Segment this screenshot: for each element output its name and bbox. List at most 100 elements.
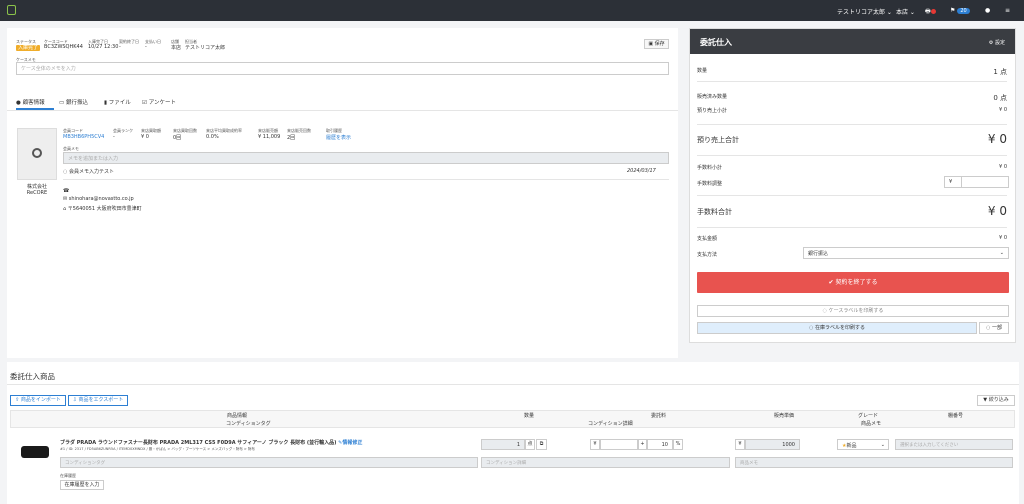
- header-price: 販売単価: [774, 413, 795, 419]
- settings-link[interactable]: ⚙ 設定: [989, 39, 1005, 46]
- header-quantity: 数量: [524, 413, 535, 419]
- store-menu[interactable]: 本店 ⌄: [896, 7, 915, 16]
- quantity-input[interactable]: 1: [481, 439, 525, 450]
- fee-amount-input[interactable]: [600, 439, 638, 450]
- member-memo-input[interactable]: メモを追加または入力: [63, 152, 669, 164]
- batch-button[interactable]: ◌ 一部: [979, 322, 1009, 334]
- export-label: 商品をエクスポート: [78, 397, 124, 403]
- fee-currency: ¥: [590, 439, 600, 450]
- grade-value: 新品: [846, 443, 857, 449]
- user-menu[interactable]: テストリコア太郎 ⌄: [837, 7, 892, 16]
- product-memo-input[interactable]: 商品メモ: [735, 457, 1013, 468]
- price-currency: ¥: [735, 439, 745, 450]
- qty-value: 1 点: [993, 68, 1007, 76]
- intake-date: 10/27 12:30: [88, 44, 119, 50]
- tab-divider: [7, 110, 678, 111]
- menu-icon[interactable]: ≡: [1005, 7, 1010, 14]
- stock-history-button[interactable]: 在庫履歴を入力: [60, 480, 104, 490]
- customer-stat-value[interactable]: 履歴を表示: [326, 134, 351, 141]
- top-bar: テストリコア太郎 ⌄ 本店 ⌄ 🖶 ⚑ 20 ● ≡: [0, 0, 1024, 21]
- fee-percent-input[interactable]: 10: [647, 439, 673, 450]
- payment-date: -: [145, 44, 147, 50]
- tab-survey-label: アンケート: [148, 100, 176, 106]
- presale-label: 預り売上小計: [697, 108, 728, 114]
- payment-date-label: 支払い日: [145, 39, 161, 44]
- tab-file-label: ファイル: [108, 100, 131, 106]
- import-label: 商品をインポート: [20, 397, 61, 403]
- grade-select[interactable]: ★新品 ⌄: [837, 439, 889, 450]
- fee-adjust-label: 手数料調整: [697, 181, 723, 187]
- header-condition-detail: コンディション詳細: [588, 421, 633, 427]
- filter-label: 絞り込み: [988, 397, 1009, 403]
- fee-percent-unit: %: [673, 439, 683, 450]
- export-button[interactable]: ⇩ 商品をエクスポート: [68, 395, 128, 406]
- printer-icon[interactable]: 🖶: [925, 7, 936, 17]
- fee-plus: +: [638, 439, 647, 450]
- summary-divider: [697, 195, 1007, 196]
- store-value: 本店: [171, 45, 182, 51]
- copy-icon[interactable]: ⧉: [536, 439, 547, 450]
- tab-survey[interactable]: ☑ アンケート: [142, 98, 176, 106]
- summary-divider: [697, 124, 1007, 125]
- header-product-memo: 商品メモ: [861, 421, 882, 427]
- chevron-down-icon: ⌄: [999, 250, 1004, 256]
- customer-stat-value: ¥ 0: [141, 134, 149, 140]
- save-button[interactable]: ▣ 保存: [644, 39, 669, 49]
- customer-divider: [63, 179, 669, 180]
- end-contract-button[interactable]: ✔ 契約を終了する: [697, 272, 1009, 293]
- header-condition-tag: コンディションタグ: [226, 421, 271, 427]
- fee-label: 手数料小計: [697, 165, 723, 171]
- tab-file[interactable]: ▮ ファイル: [104, 98, 131, 106]
- edit-info-link[interactable]: ✎情報修正: [338, 440, 362, 446]
- products-title: 委託仕入商品: [10, 372, 55, 381]
- app-logo-icon[interactable]: [7, 5, 16, 15]
- notifications[interactable]: ⚑ 20: [950, 7, 970, 14]
- batch-label: 一部: [991, 325, 1002, 331]
- contract-end: -: [119, 44, 121, 50]
- summary-divider: [697, 227, 1007, 228]
- summary-divider: [697, 155, 1007, 156]
- sold-label: 販売済み数量: [697, 94, 728, 100]
- price-input[interactable]: 1000: [745, 439, 800, 450]
- chevron-down-icon: ⌄: [880, 442, 885, 448]
- product-thumbnail[interactable]: [21, 446, 49, 458]
- fee-value: ¥ 0: [999, 164, 1007, 170]
- chat-icon[interactable]: ●: [985, 7, 990, 14]
- product-name-text: ブラダ PRADA ラウンドファスナー長財布 PRADA 2ML317 CS5 …: [60, 440, 337, 446]
- tab-customer[interactable]: ● 顧客情報: [16, 98, 45, 106]
- fee-adjust-input[interactable]: [961, 176, 1009, 188]
- tab-bank[interactable]: ▭ 銀行振込: [59, 98, 88, 106]
- customer-stat-value: 2回: [287, 135, 296, 141]
- email-row: ✉ shinohara@novastto.co.jp: [63, 196, 134, 202]
- pay-method-value: 銀行振込: [808, 251, 829, 257]
- header-product-info: 商品情報: [227, 413, 248, 419]
- staff-value: テストリコア太郎: [185, 45, 226, 51]
- phone-icon: ☎: [63, 188, 70, 194]
- customer-stat-value: -: [113, 134, 115, 140]
- print-case-label-button[interactable]: ◌ ケースラベルを印刷する: [697, 305, 1009, 317]
- consignment-summary-panel: 委託仕入 ⚙ 設定 数量 1 点 販売済み数量 0 点 預り売上小計 ¥ 0 預り売上…: [689, 28, 1016, 343]
- member-memo-value: 会員メモ入力テスト: [68, 169, 114, 175]
- notice-badge: 20: [957, 8, 970, 14]
- settings-label: 設定: [994, 40, 1005, 46]
- status-badge: 入庫完了: [16, 45, 41, 51]
- quantity-unit: 点: [525, 439, 535, 450]
- filter-button[interactable]: ▼ 絞り込み: [977, 395, 1015, 406]
- customer-stat-value[interactable]: MB3HB6PH5CV4: [63, 134, 104, 140]
- products-section: 委託仕入商品 ⇪ 商品をインポート ⇩ 商品をエクスポート ▼ 絞り込み 商品情…: [7, 362, 1019, 504]
- pay-method-select[interactable]: 銀行振込 ⌄: [803, 247, 1009, 259]
- print-stock-label: 在庫ラベルを印刷する: [814, 325, 865, 331]
- case-memo-input[interactable]: ケース全体のメモを入力: [16, 62, 669, 75]
- summary-divider: [697, 81, 1007, 82]
- condition-detail-input[interactable]: コンディション詳細: [481, 457, 730, 468]
- import-button[interactable]: ⇪ 商品をインポート: [10, 395, 66, 406]
- pay-amount-label: 支払金額: [697, 236, 718, 242]
- header-shelf: 棚番号: [948, 413, 964, 419]
- print-stock-label-button[interactable]: ◌ 在庫ラベルを印刷する: [697, 322, 977, 334]
- condition-tag-input[interactable]: コンディションタグ: [60, 457, 478, 468]
- member-memo-text: ◌ 会員メモ入力テスト: [63, 169, 114, 175]
- customer-stat-label: 会員ランク: [113, 128, 133, 133]
- shelf-select[interactable]: 選択または入力してください: [895, 439, 1013, 450]
- printer-status-dot: [930, 9, 936, 14]
- product-meta: #1 / ID: 2317 / FD5AB6ZUNR5A / ITEMD0XMN…: [60, 447, 255, 451]
